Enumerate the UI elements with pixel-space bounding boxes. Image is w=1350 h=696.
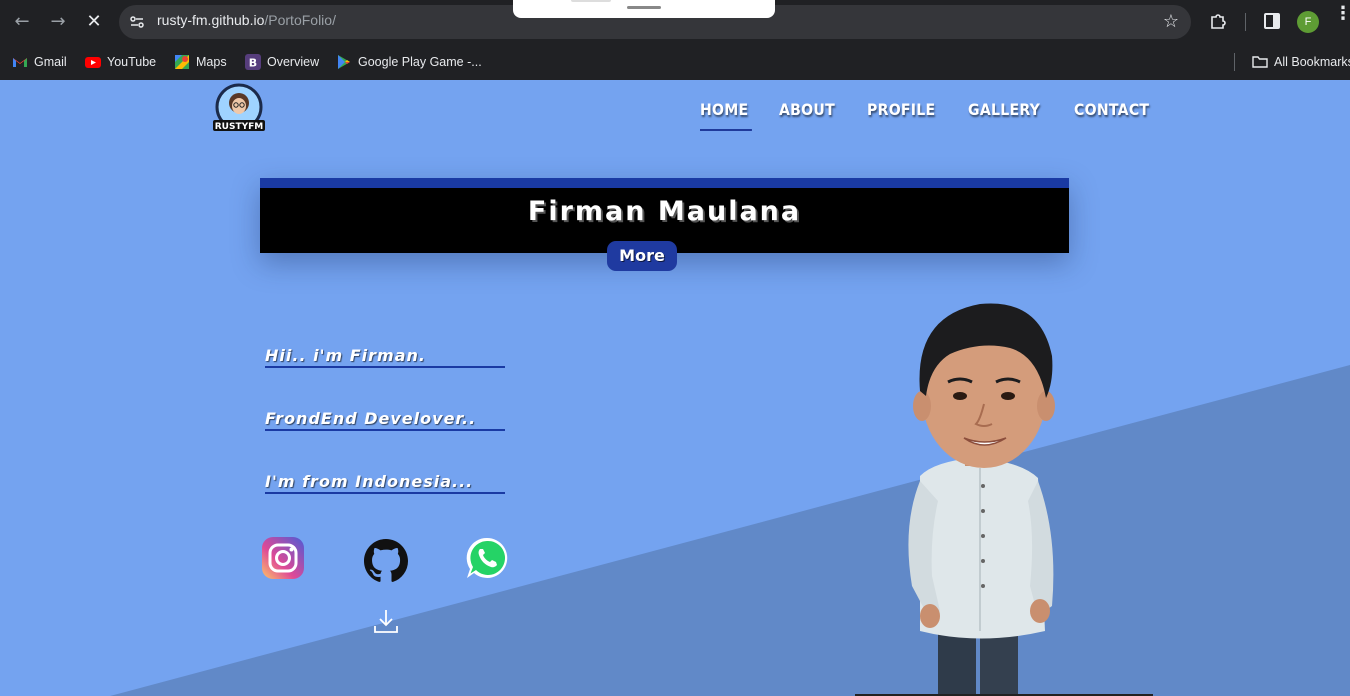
bookmark-gmail[interactable]: Gmail (12, 51, 67, 73)
extensions-icon[interactable] (1208, 11, 1228, 31)
svg-text:B: B (249, 57, 257, 70)
stop-loading-icon[interactable]: ✕ (81, 9, 107, 35)
main-nav: HOME ABOUT PROFILE GALLERY CONTACT (700, 100, 1160, 131)
site-info-icon[interactable] (129, 14, 145, 30)
intro-line-origin: I'm from Indonesia... (265, 472, 505, 494)
youtube-icon (85, 57, 101, 68)
bookmark-play-games[interactable]: Google Play Game -... (336, 51, 482, 73)
maps-icon (175, 55, 189, 69)
banner-title: Firman Maulana (527, 196, 802, 227)
intro-line-greeting: Hii.. i'm Firman. (265, 346, 505, 368)
all-bookmarks-label: All Bookmarks (1274, 55, 1350, 69)
bookmark-label: Gmail (34, 55, 67, 69)
bookmark-youtube[interactable]: YouTube (85, 51, 156, 73)
bookmarks-bar: Gmail YouTube Maps B Overview Google Pla… (0, 44, 1350, 80)
bookmark-label: Overview (267, 55, 320, 69)
logo-text: RUSTYFM (215, 122, 264, 132)
instagram-icon[interactable] (261, 536, 305, 580)
bookmark-label: YouTube (107, 55, 157, 69)
bookmark-overview[interactable]: B Overview (245, 51, 319, 73)
folder-icon (1252, 56, 1268, 68)
url-text[interactable]: rusty-fm.github.io/PortoFolio/ (157, 12, 336, 28)
toolbar-divider (1245, 13, 1246, 31)
nav-about[interactable]: ABOUT (779, 100, 835, 123)
portfolio-page: RUSTYFM HOME ABOUT PROFILE GALLERY CONTA… (0, 80, 1350, 696)
whatsapp-icon[interactable] (465, 536, 509, 580)
download-icon[interactable] (373, 608, 399, 634)
url-path: /PortoFolio/ (264, 12, 336, 28)
diagonal-background (110, 365, 1350, 696)
gmail-icon (13, 58, 27, 67)
nav-contact[interactable]: CONTACT (1074, 100, 1149, 123)
more-button[interactable]: More (607, 241, 677, 271)
nav-home[interactable]: HOME (700, 100, 753, 131)
back-arrow-icon[interactable]: ← (9, 9, 35, 35)
banner-accent-bar (260, 178, 1069, 188)
avatar-illustration (908, 303, 1055, 696)
nav-gallery[interactable]: GALLERY (968, 100, 1040, 123)
bookmark-maps[interactable]: Maps (174, 51, 227, 73)
bookmarks-divider (1234, 53, 1235, 71)
profile-avatar[interactable]: F (1297, 11, 1319, 33)
github-icon[interactable] (364, 539, 408, 583)
popup-window-tab (513, 0, 775, 18)
url-host: rusty-fm.github.io (157, 12, 265, 28)
all-bookmarks[interactable]: All Bookmarks (1252, 51, 1350, 73)
side-panel-icon[interactable] (1264, 13, 1280, 29)
play-games-icon (338, 55, 350, 69)
menu-kebab-icon[interactable]: ⋮ (1334, 5, 1350, 23)
bookmark-star-icon[interactable]: ☆ (1163, 11, 1179, 32)
rustyfm-logo[interactable]: RUSTYFM (212, 83, 266, 137)
bookmark-label: Maps (196, 55, 227, 69)
bootstrap-icon: B (245, 54, 261, 70)
forward-arrow-icon[interactable]: → (45, 9, 71, 35)
bookmark-label: Google Play Game -... (358, 55, 482, 69)
browser-toolbar: ← → ✕ rusty-fm.github.io/PortoFolio/ ☆ F… (0, 0, 1350, 44)
intro-line-role: FrondEnd Develover.. (265, 409, 505, 431)
nav-profile[interactable]: PROFILE (867, 100, 935, 123)
